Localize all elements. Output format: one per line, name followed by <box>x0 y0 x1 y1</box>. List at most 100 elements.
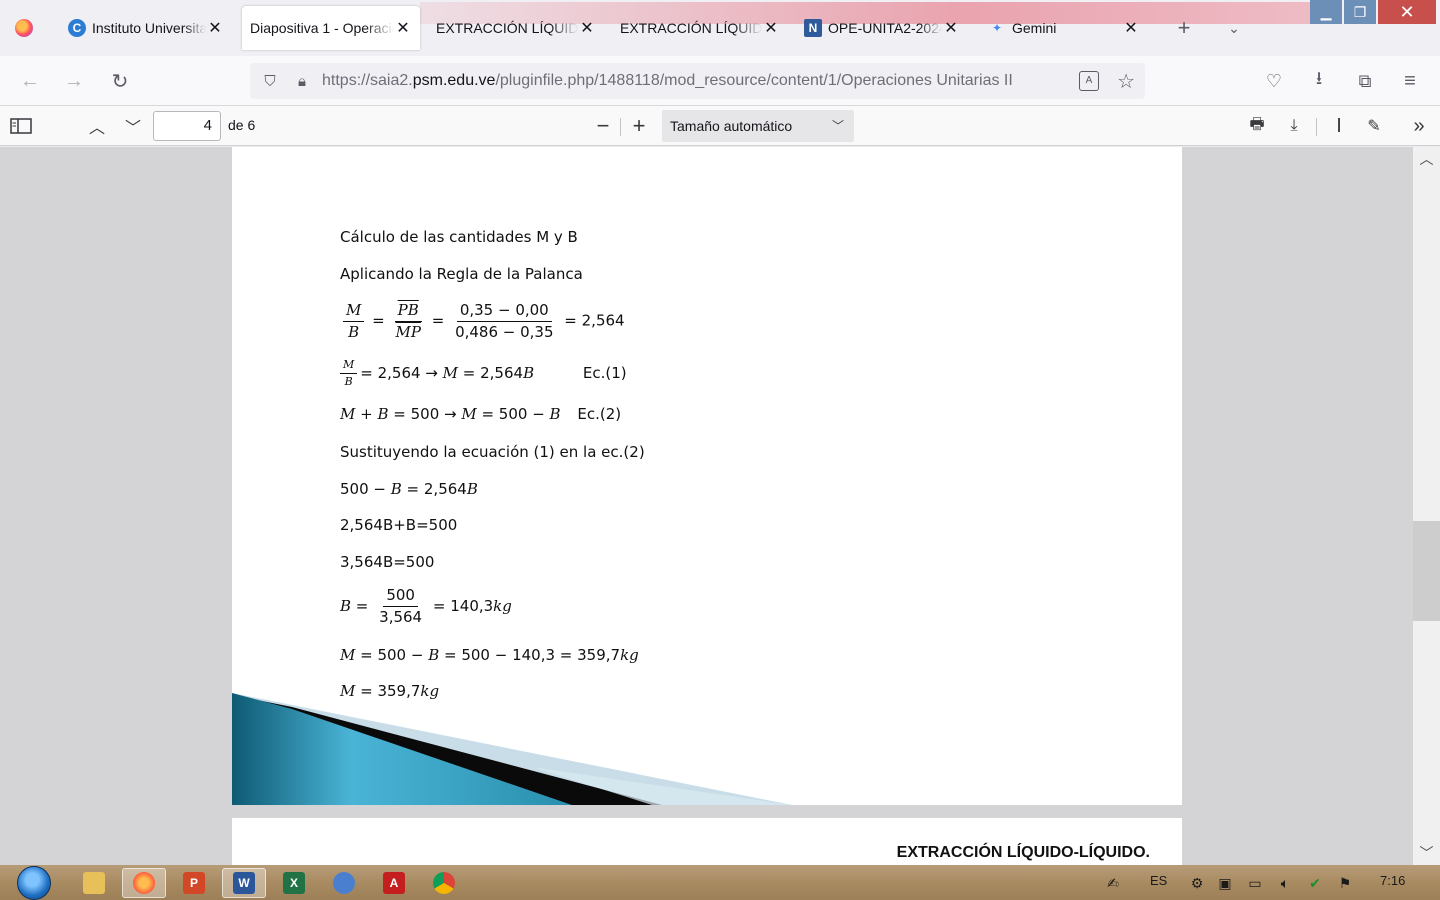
c-logo-icon: C <box>68 19 86 37</box>
fraction-small-m-over-b: MB <box>340 358 358 388</box>
pdf-page: Cálculo de las cantidades M y B Aplicand… <box>232 147 1182 805</box>
action-center-flag-icon[interactable]: ⚑ <box>1336 874 1354 892</box>
equation-2: M + B = 500 → M = 500 − B Ec.(2) <box>340 405 622 423</box>
device-icon[interactable]: ▣ <box>1216 874 1234 892</box>
pdf-toolbar: ︿ ﹀ 4 de 6 − + Tamaño automático ﹀ 🖶︎ ⤓ … <box>0 106 1440 146</box>
chevron-down-icon: ﹀ <box>831 119 844 133</box>
network-share-icon[interactable]: ⚙ <box>1188 874 1206 892</box>
fraction-pb-over-mp: PB MP <box>394 301 422 341</box>
toolbar-separator <box>620 118 621 136</box>
firefox-view-button[interactable] <box>8 12 40 44</box>
pdf-viewer[interactable]: Cálculo de las cantidades M y B Aplicand… <box>0 147 1440 865</box>
equation-lever-rule: MB = PB MP = 0,35 − 0,00 0,486 − 0,35 = 2,… <box>340 302 625 340</box>
equation-label-1: Ec.(1) <box>582 364 627 383</box>
tab-diapositiva[interactable]: Diapositiva 1 - Operaciones ✕ <box>242 6 420 50</box>
acrobat-icon: A <box>383 872 405 894</box>
forward-button[interactable]: → <box>58 65 90 97</box>
pocket-icon[interactable]: ♡ <box>1258 65 1290 97</box>
url-text[interactable]: https://saia2.psm.edu.ve/pluginfile.php/… <box>322 72 1067 90</box>
fraction-m-over-b: MB <box>343 302 365 340</box>
next-page-heading: EXTRACCIÓN LÍQUIDO-LÍQUIDO. <box>896 844 1150 861</box>
tab-title: Gemini <box>1012 20 1057 36</box>
equation-m-calc: M = 500 − B = 500 − 140,3 = 359,7kg <box>340 646 639 664</box>
translate-icon[interactable]: A <box>1079 71 1099 91</box>
windows-logo-icon <box>17 865 51 900</box>
scroll-down-icon[interactable]: ﹀ <box>1413 843 1440 863</box>
slide-decoration-wave <box>232 693 792 805</box>
word-icon: W <box>233 872 255 894</box>
tab-instituto[interactable]: C Instituto Universitario ✕ <box>60 6 232 50</box>
tab-close-icon[interactable]: ✕ <box>1122 18 1140 38</box>
new-tab-button[interactable]: + <box>1170 14 1198 42</box>
close-window-button[interactable]: ✕ <box>1378 0 1436 24</box>
list-all-tabs-button[interactable]: ⌄ <box>1220 14 1248 42</box>
taskbar-explorer[interactable] <box>72 868 116 898</box>
downloads-icon[interactable]: ⭳ <box>1303 65 1335 97</box>
hamburger-menu-icon[interactable]: ≡ <box>1394 65 1426 97</box>
tab-title: EXTRACCIÓN LÍQUIDO <box>620 20 762 36</box>
draw-pen-icon[interactable]: ✎ <box>1359 111 1389 141</box>
toolbar-separator <box>1316 118 1317 136</box>
page-number-input[interactable]: 4 <box>153 111 221 141</box>
lock-icon[interactable]: 🔒︎ <box>290 73 314 90</box>
text-tool-icon[interactable]: I <box>1324 111 1354 141</box>
url-bar[interactable]: ⛉ 🔒︎ https://saia2.psm.edu.ve/pluginfile… <box>250 63 1145 99</box>
tab-close-icon[interactable]: ✕ <box>394 18 412 38</box>
previous-page-icon[interactable]: ︿ <box>82 111 112 141</box>
taskbar-powerpoint[interactable]: P <box>172 868 216 898</box>
shield-icon[interactable]: ⛉ <box>258 73 282 90</box>
text-line-sustituyendo: Sustituyendo la ecuación (1) en la ec.(2… <box>340 443 645 461</box>
tab-title: EXTRACCIÓN LÍQUIDO <box>436 20 578 36</box>
scroll-up-icon[interactable]: ︿ <box>1413 149 1440 169</box>
zoom-select[interactable]: Tamaño automático ﹀ <box>662 110 854 142</box>
equation-substitution: 500 − B = 2,564B <box>340 480 478 498</box>
text-line-calculo: Cálculo de las cantidades M y B <box>340 228 578 246</box>
zoom-out-icon[interactable]: − <box>588 111 618 141</box>
clock[interactable]: 7:16 <box>1380 873 1405 888</box>
scrollbar-thumb[interactable] <box>1413 521 1440 621</box>
minimize-button[interactable]: ▁ <box>1310 0 1342 24</box>
print-icon[interactable]: 🖶︎ <box>1242 111 1272 141</box>
tab-extraccion-1[interactable]: EXTRACCIÓN LÍQUIDO ✕ <box>428 6 604 50</box>
bookmark-star-icon[interactable]: ☆ <box>1117 69 1135 94</box>
taskbar-app[interactable] <box>322 868 366 898</box>
tools-menu-icon[interactable]: » <box>1404 111 1434 141</box>
start-button[interactable] <box>12 865 56 900</box>
taskbar-word[interactable]: W <box>222 868 266 898</box>
tab-ope-unita2[interactable]: N OPE-UNITA2-2024 ✕ <box>796 6 968 50</box>
sidebar-toggle-icon[interactable] <box>6 111 36 141</box>
page-count-label: de 6 <box>228 117 256 133</box>
next-page-icon[interactable]: ﹀ <box>118 111 148 141</box>
navigation-bar: ← → ↻ ⛉ 🔒︎ https://saia2.psm.edu.ve/plug… <box>0 56 1440 106</box>
tab-close-icon[interactable]: ✕ <box>206 18 224 38</box>
extensions-icon[interactable]: ⧉ <box>1349 65 1381 97</box>
taskbar-chrome[interactable] <box>422 868 466 898</box>
excel-icon: X <box>283 872 305 894</box>
equation-1: M B = 2,564 → M = 2,564B Ec.(1) <box>340 358 627 388</box>
taskbar-excel[interactable]: X <box>272 868 316 898</box>
taskbar-acrobat[interactable]: A <box>372 868 416 898</box>
tab-extraccion-2[interactable]: EXTRACCIÓN LÍQUIDO ✕ <box>612 6 788 50</box>
save-icon[interactable]: ⤓ <box>1279 111 1309 141</box>
zoom-in-icon[interactable]: + <box>624 111 654 141</box>
maximize-button[interactable]: ❐ <box>1344 0 1376 24</box>
equation-label-2: Ec.(2) <box>577 405 622 423</box>
tab-gemini[interactable]: ✦ Gemini ✕ <box>980 6 1148 50</box>
folder-icon <box>83 872 105 894</box>
reload-button[interactable]: ↻ <box>104 65 136 97</box>
display-icon[interactable]: ▭ <box>1246 874 1264 892</box>
vertical-scrollbar[interactable]: ︿ ﹀ <box>1413 147 1440 865</box>
volume-icon[interactable]: 🔈︎ <box>1276 874 1294 892</box>
taskbar-firefox[interactable] <box>122 868 166 898</box>
tab-close-icon[interactable]: ✕ <box>578 18 596 38</box>
security-check-icon[interactable]: ✔ <box>1306 874 1324 892</box>
tab-title: Instituto Universitario <box>92 20 206 36</box>
gemini-spark-icon: ✦ <box>991 21 1003 35</box>
handwriting-icon[interactable]: ✍ <box>1104 874 1122 892</box>
fraction-500-over-3564: 500 3,564 <box>379 586 423 626</box>
tab-close-icon[interactable]: ✕ <box>942 18 960 38</box>
back-button[interactable]: ← <box>14 65 46 97</box>
language-indicator[interactable]: ES <box>1150 873 1167 888</box>
chrome-icon <box>433 872 455 894</box>
tab-close-icon[interactable]: ✕ <box>762 18 780 38</box>
